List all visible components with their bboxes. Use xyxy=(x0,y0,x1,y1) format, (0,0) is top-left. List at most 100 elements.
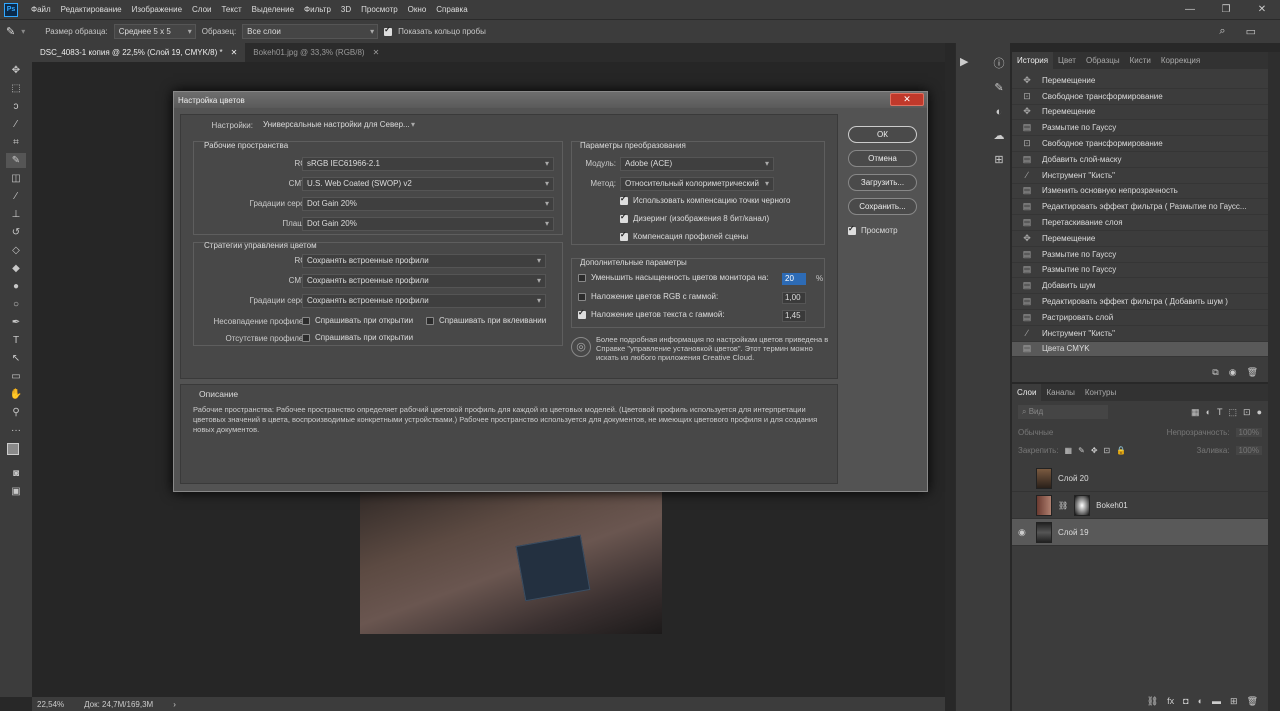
new-doc-from-state-icon[interactable]: ⧉ xyxy=(1212,367,1218,378)
ask-paste-checkbox[interactable] xyxy=(426,316,434,325)
lock-move-icon[interactable]: ✥ xyxy=(1091,446,1098,455)
layer-filter-input[interactable]: ⌕ Вид xyxy=(1018,405,1108,419)
new-layer-icon[interactable]: ⊞ xyxy=(1230,696,1238,707)
lasso-tool-icon[interactable]: ↄ xyxy=(6,99,26,114)
move-tool-icon[interactable]: ✥ xyxy=(6,63,26,78)
blend-rgb-value-field[interactable]: 1,00 xyxy=(782,292,806,304)
brush-settings-icon[interactable]: ✎ xyxy=(990,79,1008,97)
sample-layers-select[interactable]: Все слои xyxy=(242,24,379,39)
history-item[interactable]: ▤ Перетаскивание слоя xyxy=(1012,215,1268,231)
search-icon[interactable]: ⌕ xyxy=(1219,25,1225,38)
history-item[interactable]: ∕ Инструмент "Кисть" xyxy=(1012,326,1268,342)
history-item[interactable]: ▤ Растрировать слой xyxy=(1012,310,1268,326)
menu-window[interactable]: Окно xyxy=(403,5,432,14)
scene-option[interactable]: Компенсация профилей сцены xyxy=(620,230,748,241)
visibility-eye-icon[interactable]: ◉ xyxy=(1018,527,1030,538)
tab-paths[interactable]: Контуры xyxy=(1080,384,1121,401)
ok-button[interactable]: ОК xyxy=(848,126,917,143)
fx-icon[interactable]: fx xyxy=(1167,696,1174,707)
layer-row[interactable]: Слой 20 xyxy=(1012,465,1268,492)
bpc-option[interactable]: Использовать компенсацию точки черного xyxy=(620,194,791,205)
load-button[interactable]: Загрузить... xyxy=(848,174,917,191)
snapshot-icon[interactable]: ◉ xyxy=(1229,367,1237,378)
history-item[interactable]: ▤ Добавить слой-маску xyxy=(1012,152,1268,168)
ask-open-checkbox[interactable] xyxy=(302,316,310,325)
dither-option[interactable]: Дизеринг (изображения 8 бит/канал) xyxy=(620,212,769,223)
spot-workspace-select[interactable]: Dot Gain 20% xyxy=(302,217,554,231)
history-item[interactable]: ▤ Редактировать эффект фильтра ( Размытие… xyxy=(1012,199,1268,216)
missing-ask-open-checkbox[interactable] xyxy=(302,333,310,342)
ask-paste-option[interactable]: Спрашивать при вклеивании xyxy=(426,316,546,325)
hand-tool-icon[interactable]: ✋ xyxy=(6,387,26,402)
maximize-icon[interactable]: ❐ xyxy=(1208,4,1244,15)
document-image[interactable] xyxy=(360,480,662,634)
screen-mode-icon[interactable]: ▣ xyxy=(6,484,26,499)
blend-rgb-checkbox[interactable] xyxy=(578,292,586,301)
history-item[interactable]: ▤ Размытие по Гауссу xyxy=(1012,120,1268,137)
tab-history[interactable]: История xyxy=(1012,52,1054,69)
tab-document-2[interactable]: Bokeh01.jpg @ 33,3% (RGB/8) ✕ xyxy=(245,43,387,62)
dither-checkbox[interactable] xyxy=(620,212,628,223)
pen-tool-icon[interactable]: ✒ xyxy=(6,315,26,330)
foreground-color-icon[interactable] xyxy=(7,443,19,455)
layer-row-selected[interactable]: ◉ Слой 19 xyxy=(1012,519,1268,546)
history-item[interactable]: ∕ Инструмент "Кисть" xyxy=(1012,168,1268,184)
opacity-value[interactable]: 100% xyxy=(1235,427,1262,437)
zoom-tool-icon[interactable]: ⚲ xyxy=(6,405,26,420)
dialog-close-icon[interactable]: ✕ xyxy=(890,93,924,106)
cmyk-workspace-select[interactable]: U.S. Web Coated (SWOP) v2 xyxy=(302,177,554,191)
history-item[interactable]: ▤ Размытие по Гауссу xyxy=(1012,247,1268,263)
more-tools-icon[interactable]: ··· xyxy=(6,423,26,438)
close-tab-icon[interactable]: ✕ xyxy=(231,48,238,57)
menu-select[interactable]: Выделение xyxy=(247,5,299,14)
color-swatches[interactable] xyxy=(5,441,27,463)
delete-layer-icon[interactable]: 🗑 xyxy=(1247,696,1258,707)
dodge-tool-icon[interactable]: ○ xyxy=(6,297,26,312)
settings-select[interactable]: Универсальные настройки для Север... xyxy=(259,119,419,133)
lock-brush-icon[interactable]: ✎ xyxy=(1078,446,1085,455)
rgb-workspace-select[interactable]: sRGB IEC61966-2.1 xyxy=(302,157,554,171)
desaturate-value-field[interactable]: 20 xyxy=(782,273,806,285)
history-item[interactable]: ▤ Изменить основную непрозрачность xyxy=(1012,184,1268,200)
desaturate-option[interactable]: Уменьшить насыщенность цветов монитора н… xyxy=(578,273,769,282)
engine-select[interactable]: Adobe (ACE) xyxy=(620,157,774,171)
eyedropper-tool-icon[interactable]: ✎ xyxy=(6,153,26,168)
filter-smart-icon[interactable]: ⊡ xyxy=(1243,407,1251,418)
preview-option[interactable]: Просмотр xyxy=(848,224,898,235)
quick-mask-icon[interactable]: ◙ xyxy=(6,466,26,481)
blur-tool-icon[interactable]: ● xyxy=(6,279,26,294)
history-brush-tool-icon[interactable]: ↺ xyxy=(6,225,26,240)
menu-edit[interactable]: Редактирование xyxy=(56,5,127,14)
eraser-tool-icon[interactable]: ◇ xyxy=(6,243,26,258)
rgb-policy-select[interactable]: Сохранять встроенные профили xyxy=(302,254,546,268)
workspace-icon[interactable]: ▭ xyxy=(1246,25,1256,38)
tab-adjustments[interactable]: Коррекция xyxy=(1156,52,1205,69)
tab-channels[interactable]: Каналы xyxy=(1041,384,1079,401)
layer-row[interactable]: ⛓ Bokeh01 xyxy=(1012,492,1268,519)
menu-text[interactable]: Текст xyxy=(216,5,246,14)
healing-tool-icon[interactable]: ◫ xyxy=(6,171,26,186)
sample-size-select[interactable]: Среднее 5 x 5 xyxy=(113,24,196,39)
properties-icon[interactable]: ⊞ xyxy=(990,151,1008,169)
menu-layers[interactable]: Слои xyxy=(187,5,216,14)
cancel-button[interactable]: Отмена xyxy=(848,150,917,167)
filter-adjust-icon[interactable]: ◐ xyxy=(1206,407,1211,417)
lock-all-icon[interactable]: 🔒 xyxy=(1116,446,1126,455)
tab-document-1[interactable]: DSC_4083-1 копия @ 22,5% (Слой 19, CMYK/… xyxy=(32,43,246,62)
blend-mode-select[interactable]: Обычные xyxy=(1018,428,1138,437)
menu-image[interactable]: Изображение xyxy=(127,5,187,14)
blend-text-option[interactable]: Наложение цветов текста с гаммой: xyxy=(578,308,725,319)
type-tool-icon[interactable]: T xyxy=(6,333,26,348)
blend-rgb-option[interactable]: Наложение цветов RGB с гаммой: xyxy=(578,292,718,301)
ask-open-option[interactable]: Спрашивать при открытии xyxy=(302,316,413,325)
history-item[interactable]: ✥ Перемещение xyxy=(1012,231,1268,247)
history-item[interactable]: ▤ Цвета CMYK xyxy=(1012,341,1268,358)
libraries-icon[interactable]: ☁ xyxy=(990,127,1008,145)
history-item[interactable]: ⊡ Свободное трансформирование xyxy=(1012,89,1268,105)
path-select-tool-icon[interactable]: ↖ xyxy=(6,351,26,366)
preview-checkbox[interactable] xyxy=(848,224,856,235)
menu-file[interactable]: Файл xyxy=(26,5,56,14)
minimize-icon[interactable]: — xyxy=(1172,4,1208,15)
tab-layers[interactable]: Слои xyxy=(1012,384,1042,401)
marquee-tool-icon[interactable]: ⬚ xyxy=(6,81,26,96)
